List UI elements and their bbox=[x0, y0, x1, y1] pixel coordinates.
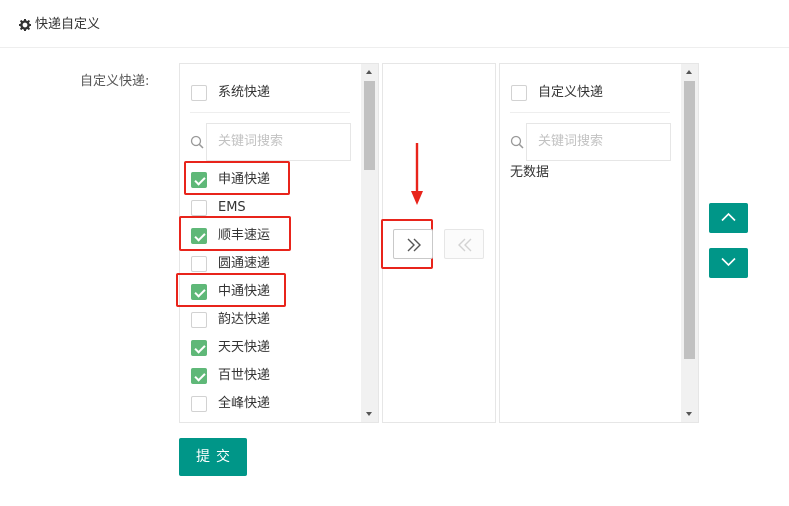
source-search-input[interactable]: 关键词搜索 bbox=[206, 123, 351, 161]
item-checkbox[interactable] bbox=[191, 200, 207, 216]
submit-button[interactable]: 提交 bbox=[179, 438, 247, 476]
list-item[interactable]: 天天快递 bbox=[180, 334, 363, 362]
select-all-checkbox[interactable] bbox=[191, 85, 207, 101]
double-chevron-left-icon bbox=[458, 238, 472, 252]
item-label: 百世快递 bbox=[218, 368, 271, 383]
scrollbar[interactable] bbox=[681, 64, 698, 422]
page-header: 快递自定义 bbox=[0, 0, 789, 48]
gear-icon bbox=[19, 19, 31, 31]
chevron-up-icon bbox=[721, 212, 736, 222]
transfer-left-button[interactable] bbox=[444, 229, 484, 259]
highlight-box bbox=[179, 216, 291, 251]
item-label: 韵达快递 bbox=[218, 312, 271, 327]
item-label: EMS bbox=[218, 200, 246, 215]
search-icon bbox=[190, 135, 204, 149]
list-item[interactable]: 全峰快递 bbox=[180, 390, 363, 418]
item-label: 天天快递 bbox=[218, 340, 271, 355]
highlight-box bbox=[176, 273, 286, 307]
search-icon bbox=[510, 135, 524, 149]
item-checkbox[interactable] bbox=[191, 256, 207, 272]
scroll-up-arrow[interactable] bbox=[686, 70, 692, 74]
red-arrow-annotation bbox=[411, 143, 423, 205]
empty-state-text: 无数据 bbox=[510, 165, 550, 180]
chevron-down-icon bbox=[721, 257, 736, 267]
scroll-down-arrow[interactable] bbox=[366, 412, 372, 416]
double-chevron-right-icon bbox=[407, 238, 421, 252]
list-item[interactable]: 百世快递 bbox=[180, 362, 363, 390]
item-checkbox[interactable] bbox=[191, 312, 207, 328]
scrollbar[interactable] bbox=[361, 64, 378, 422]
item-label: 全峰快递 bbox=[218, 396, 271, 411]
item-checkbox[interactable] bbox=[191, 396, 207, 412]
page-title: 快递自定义 bbox=[35, 17, 101, 32]
scroll-up-arrow[interactable] bbox=[366, 70, 372, 74]
item-label: 圆通速递 bbox=[218, 256, 271, 271]
target-list-title: 自定义快递 bbox=[538, 85, 604, 100]
highlight-box bbox=[184, 161, 290, 195]
target-list-panel: 自定义快递 关键词搜索 bbox=[499, 63, 699, 423]
target-search-input[interactable]: 关键词搜索 bbox=[526, 123, 671, 161]
scroll-thumb[interactable] bbox=[684, 81, 695, 359]
divider bbox=[190, 112, 350, 113]
scroll-down-arrow[interactable] bbox=[686, 412, 692, 416]
move-up-button[interactable] bbox=[709, 203, 748, 233]
list-item[interactable]: 韵达快递 bbox=[180, 306, 363, 334]
move-down-button[interactable] bbox=[709, 248, 748, 278]
transfer-right-button[interactable] bbox=[393, 229, 433, 259]
item-checkbox[interactable] bbox=[191, 368, 207, 384]
divider bbox=[510, 112, 670, 113]
scroll-thumb[interactable] bbox=[364, 81, 375, 170]
source-list-title: 系统快递 bbox=[218, 85, 271, 100]
select-all-checkbox[interactable] bbox=[511, 85, 527, 101]
item-checkbox[interactable] bbox=[191, 340, 207, 356]
form-label: 自定义快递: bbox=[80, 74, 150, 89]
